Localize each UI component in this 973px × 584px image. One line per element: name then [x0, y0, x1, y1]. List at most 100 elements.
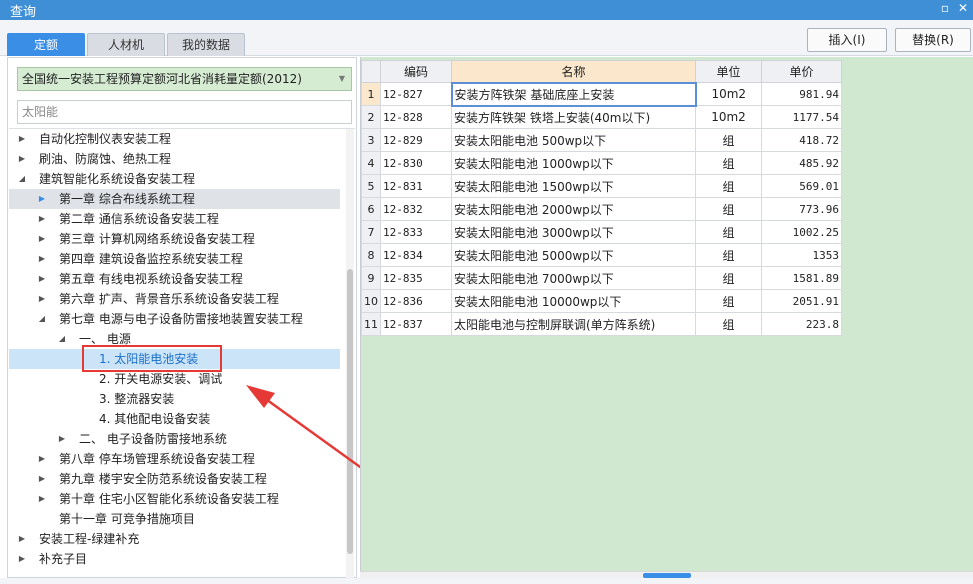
- cell-code[interactable]: 12-828: [380, 105, 452, 129]
- cell-unit[interactable]: 组: [695, 220, 762, 244]
- tree-item[interactable]: ▶ 刷油、防腐蚀、绝热工程: [9, 149, 340, 169]
- cell-unit[interactable]: 组: [695, 174, 762, 198]
- table-row[interactable]: 10 12-836 安装太阳能电池 10000wp以下 组 2051.91: [361, 289, 842, 313]
- cell-price[interactable]: 418.72: [761, 128, 842, 152]
- cell-code[interactable]: 12-834: [380, 243, 452, 267]
- restore-button[interactable]: ▫: [935, 0, 955, 18]
- tree-item[interactable]: ▶ 第四章 建筑设备监控系统安装工程: [9, 249, 340, 269]
- search-input[interactable]: 太阳能: [17, 100, 352, 124]
- column-header-name[interactable]: 名称: [451, 60, 696, 83]
- expand-icon[interactable]: ▶: [37, 469, 47, 489]
- tree-item[interactable]: ◢ 建筑智能化系统设备安装工程: [9, 169, 340, 189]
- tab-my-data[interactable]: 我的数据: [167, 33, 245, 56]
- cell-code[interactable]: 12-835: [380, 266, 452, 290]
- cell-price[interactable]: 223.8: [761, 312, 842, 336]
- tree-item[interactable]: ▶ 第八章 停车场管理系统设备安装工程: [9, 449, 340, 469]
- expand-icon[interactable]: ▶: [17, 549, 27, 569]
- column-header-code[interactable]: 编码: [380, 60, 452, 83]
- expand-icon[interactable]: ▶: [37, 189, 47, 209]
- cell-unit[interactable]: 10m2: [695, 82, 762, 106]
- cell-unit[interactable]: 组: [695, 312, 762, 336]
- expand-icon[interactable]: ▶: [17, 149, 27, 169]
- tree-item[interactable]: ▶ 二、 电子设备防雷接地系统: [9, 429, 340, 449]
- expand-icon[interactable]: ▶: [37, 489, 47, 509]
- tree-item[interactable]: ▶ 第二章 通信系统设备安装工程: [9, 209, 340, 229]
- expand-icon[interactable]: ▶: [37, 249, 47, 269]
- tree-item[interactable]: ▶ 自动化控制仪表安装工程: [9, 129, 340, 149]
- cell-code[interactable]: 12-830: [380, 151, 452, 175]
- cell-code[interactable]: 12-832: [380, 197, 452, 221]
- cell-price[interactable]: 1353: [761, 243, 842, 267]
- tree-item[interactable]: ▶ 第十章 住宅小区智能化系统设备安装工程: [9, 489, 340, 509]
- cell-price[interactable]: 2051.91: [761, 289, 842, 313]
- tree-item[interactable]: ▶ 第三章 计算机网络系统设备安装工程: [9, 229, 340, 249]
- table-row[interactable]: 11 12-837 太阳能电池与控制屏联调(单方阵系统) 组 223.8: [361, 312, 842, 336]
- tree-item[interactable]: 3. 整流器安装: [9, 389, 340, 409]
- table-row[interactable]: 2 12-828 安装方阵铁架 铁塔上安装(40m以下) 10m2 1177.5…: [361, 105, 842, 129]
- tree-item[interactable]: ▶ 第五章 有线电视系统设备安装工程: [9, 269, 340, 289]
- cell-name[interactable]: 安装方阵铁架 基础底座上安装: [450, 81, 697, 107]
- tree-scrollbar[interactable]: [346, 129, 354, 578]
- cell-unit[interactable]: 组: [695, 266, 762, 290]
- cell-unit[interactable]: 组: [695, 197, 762, 221]
- insert-button[interactable]: 插入(I): [807, 28, 887, 52]
- expand-icon[interactable]: ▶: [37, 289, 47, 309]
- cell-price[interactable]: 569.01: [761, 174, 842, 198]
- cell-name[interactable]: 安装太阳能电池 7000wp以下: [451, 266, 696, 290]
- cell-price[interactable]: 1177.54: [761, 105, 842, 129]
- table-row[interactable]: 9 12-835 安装太阳能电池 7000wp以下 组 1581.89: [361, 266, 842, 290]
- table-row[interactable]: 3 12-829 安装太阳能电池 500wp以下 组 418.72: [361, 128, 842, 152]
- tree-item[interactable]: 4. 其他配电设备安装: [9, 409, 340, 429]
- grid-horizontal-scrollbar[interactable]: [360, 571, 973, 578]
- expand-icon[interactable]: ▶: [37, 449, 47, 469]
- expand-icon[interactable]: ▶: [57, 429, 67, 449]
- cell-name[interactable]: 安装太阳能电池 1500wp以下: [451, 174, 696, 198]
- quota-library-select[interactable]: 全国统一安装工程预算定额河北省消耗量定额(2012) ▼: [17, 67, 352, 91]
- cell-name[interactable]: 安装太阳能电池 5000wp以下: [451, 243, 696, 267]
- expand-icon[interactable]: ▶: [37, 269, 47, 289]
- table-row[interactable]: 5 12-831 安装太阳能电池 1500wp以下 组 569.01: [361, 174, 842, 198]
- table-row[interactable]: 8 12-834 安装太阳能电池 5000wp以下 组 1353: [361, 243, 842, 267]
- tree-item[interactable]: ◢ 第七章 电源与电子设备防雷接地装置安装工程: [9, 309, 340, 329]
- tree-item[interactable]: ▶ 安装工程-绿建补充: [9, 529, 340, 549]
- cell-unit[interactable]: 组: [695, 289, 762, 313]
- column-header-price[interactable]: 单价: [761, 60, 842, 83]
- cell-price[interactable]: 981.94: [761, 82, 842, 106]
- close-button[interactable]: ✕: [953, 0, 973, 18]
- tree-item[interactable]: 第十一章 可竞争措施项目: [9, 509, 340, 529]
- cell-name[interactable]: 安装太阳能电池 10000wp以下: [451, 289, 696, 313]
- column-header-unit[interactable]: 单位: [695, 60, 762, 83]
- tree-item[interactable]: 2. 开关电源安装、调试: [9, 369, 340, 389]
- collapse-icon[interactable]: ◢: [17, 169, 27, 189]
- expand-icon[interactable]: ▶: [37, 209, 47, 229]
- cell-code[interactable]: 12-837: [380, 312, 452, 336]
- expand-icon[interactable]: ▶: [17, 129, 27, 149]
- cell-price[interactable]: 1002.25: [761, 220, 842, 244]
- cell-code[interactable]: 12-833: [380, 220, 452, 244]
- cell-price[interactable]: 773.96: [761, 197, 842, 221]
- cell-name[interactable]: 太阳能电池与控制屏联调(单方阵系统): [451, 312, 696, 336]
- tree-scrollbar-thumb[interactable]: [347, 269, 353, 554]
- cell-unit[interactable]: 组: [695, 243, 762, 267]
- tab-quota[interactable]: 定额: [7, 33, 85, 56]
- cell-unit[interactable]: 10m2: [695, 105, 762, 129]
- expand-icon[interactable]: ▶: [17, 529, 27, 549]
- table-row[interactable]: 7 12-833 安装太阳能电池 3000wp以下 组 1002.25: [361, 220, 842, 244]
- cell-code[interactable]: 12-829: [380, 128, 452, 152]
- cell-code[interactable]: 12-831: [380, 174, 452, 198]
- cell-price[interactable]: 485.92: [761, 151, 842, 175]
- cell-unit[interactable]: 组: [695, 128, 762, 152]
- cell-unit[interactable]: 组: [695, 151, 762, 175]
- cell-price[interactable]: 1581.89: [761, 266, 842, 290]
- cell-name[interactable]: 安装太阳能电池 1000wp以下: [451, 151, 696, 175]
- cell-name[interactable]: 安装太阳能电池 2000wp以下: [451, 197, 696, 221]
- tree-item[interactable]: ▶ 第六章 扩声、背景音乐系统设备安装工程: [9, 289, 340, 309]
- table-row[interactable]: 1 12-827 安装方阵铁架 基础底座上安装 10m2 981.94: [361, 81, 842, 107]
- collapse-icon[interactable]: ◢: [37, 309, 47, 329]
- collapse-icon[interactable]: ◢: [57, 329, 67, 349]
- tree-item[interactable]: ▶ 补充子目: [9, 549, 340, 569]
- cell-code[interactable]: 12-827: [380, 82, 452, 106]
- replace-button[interactable]: 替换(R): [895, 28, 971, 52]
- tree-item[interactable]: ▶ 第一章 综合布线系统工程: [9, 189, 340, 209]
- table-row[interactable]: 6 12-832 安装太阳能电池 2000wp以下 组 773.96: [361, 197, 842, 221]
